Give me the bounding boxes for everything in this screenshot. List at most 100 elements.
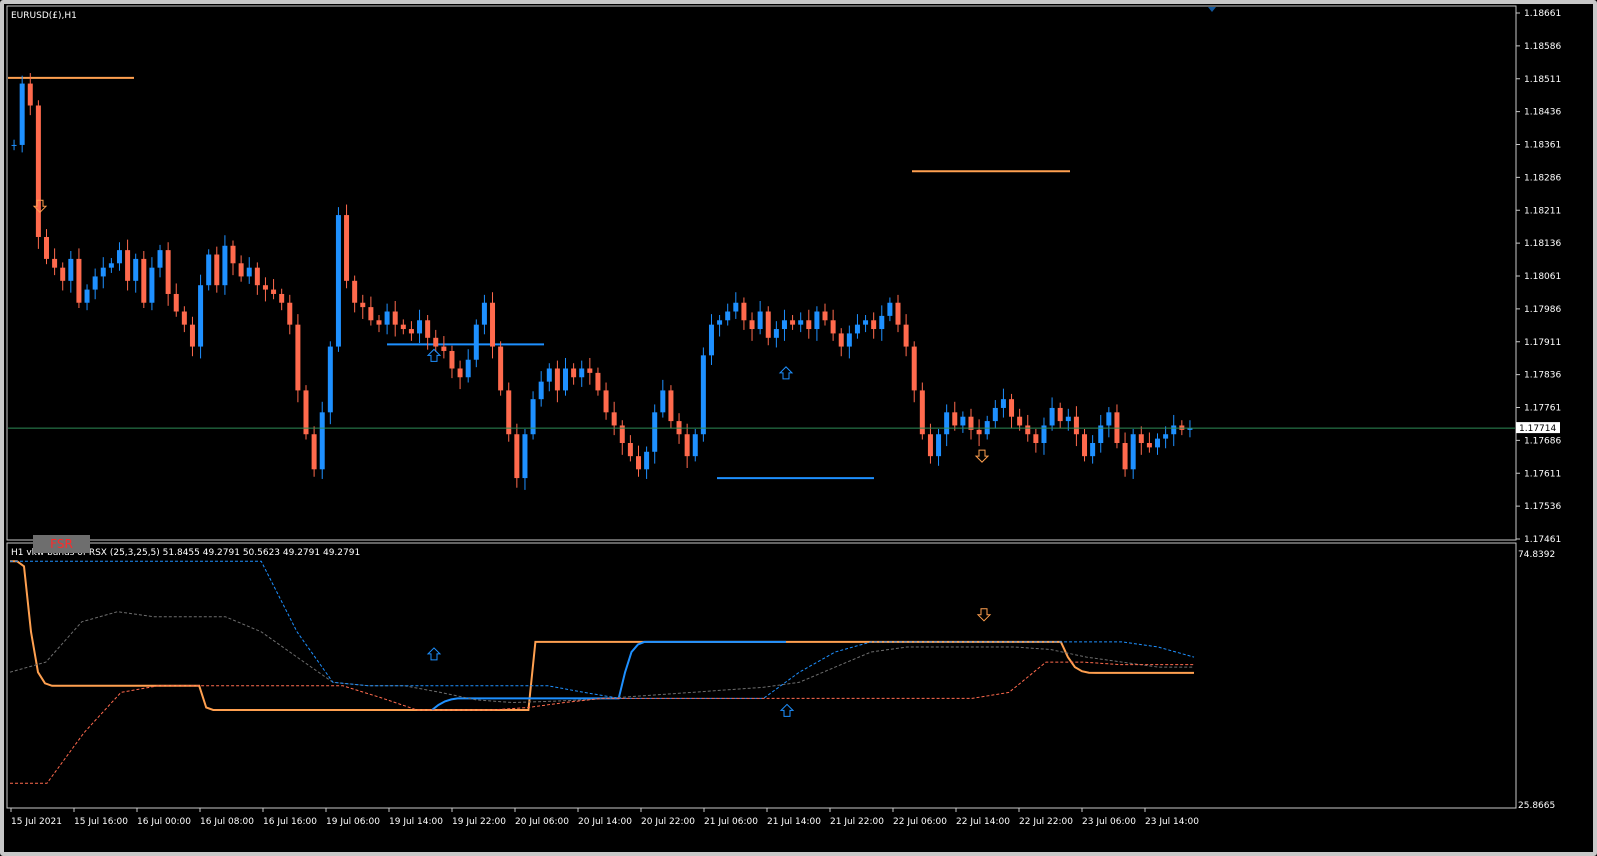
price-axis: 1.18661 1.18586 1.18511 1.18436 1.18361 1.182… — [1516, 9, 1561, 545]
price-axis-label: 1.18136 — [1524, 239, 1561, 249]
time-axis-label: 22 Jul 14:00 — [956, 817, 1010, 827]
candle-body — [1073, 416, 1079, 435]
price-axis-label: 1.18061 — [1524, 272, 1561, 282]
candle-body — [400, 324, 406, 330]
candle-body — [976, 429, 982, 435]
candle-body — [43, 236, 49, 259]
candle-body — [587, 368, 593, 373]
chart-title: EURUSD(£),H1 — [11, 11, 77, 21]
candle-body — [781, 320, 787, 330]
candle-body — [1009, 399, 1015, 417]
candle-body — [214, 254, 220, 286]
candle-body — [838, 333, 844, 347]
time-axis-label: 21 Jul 14:00 — [767, 817, 821, 827]
time-axis-label: 21 Jul 22:00 — [830, 817, 884, 827]
candle-body — [700, 355, 706, 435]
candle-body — [1065, 416, 1071, 422]
candle-body — [279, 293, 285, 303]
price-axis-label: 1.17986 — [1524, 305, 1561, 315]
price-axis-label: 1.18586 — [1524, 42, 1561, 52]
candle-body — [68, 258, 74, 281]
candle-body — [1171, 425, 1177, 435]
current-price-label: 1.17714 — [1519, 424, 1556, 434]
time-axis: 15 Jul 2021 15 Jul 16:00 16 Jul 00:00 16 Ju… — [10, 808, 1199, 827]
candle-body — [60, 267, 66, 281]
candle-body — [846, 333, 852, 347]
candle-body — [271, 289, 277, 294]
price-axis-label: 1.18286 — [1524, 173, 1561, 183]
price-axis-label: 1.18361 — [1524, 141, 1561, 151]
indicator-pane[interactable] — [6, 542, 1517, 809]
candle-body — [911, 346, 917, 391]
candle-body — [692, 434, 698, 457]
time-axis-label: 23 Jul 14:00 — [1145, 817, 1199, 827]
candle-body — [635, 456, 641, 470]
indicator-scale-top: 74.8392 — [1518, 550, 1555, 560]
fsr-button[interactable]: FSR — [33, 535, 90, 553]
time-axis-label: 16 Jul 16:00 — [263, 817, 317, 827]
price-axis-label: 1.17611 — [1524, 469, 1561, 479]
candle-body — [790, 320, 796, 325]
price-axis-label: 1.18511 — [1524, 75, 1561, 85]
price-axis-label: 1.17836 — [1524, 371, 1561, 381]
candle-body — [84, 289, 90, 303]
time-axis-label: 19 Jul 06:00 — [326, 817, 380, 827]
candle-body — [1017, 416, 1023, 426]
candle-body — [449, 350, 455, 369]
chart-window: EURUSD(£),H1 H1 vkw bands of RSX (25,3,2… — [0, 0, 1597, 856]
candle-body — [1122, 443, 1128, 470]
time-axis-label: 22 Jul 06:00 — [893, 817, 947, 827]
candle-body — [1049, 407, 1055, 426]
candle-body — [490, 302, 496, 347]
candle-body — [319, 412, 325, 470]
candle-body — [376, 320, 382, 325]
candle-body — [822, 311, 828, 321]
candle-body — [879, 315, 885, 330]
candle-body — [814, 311, 820, 330]
candle-body — [360, 302, 366, 308]
time-axis-label: 21 Jul 06:00 — [704, 817, 758, 827]
candle-body — [92, 276, 98, 290]
candle-body — [514, 434, 520, 479]
candle-body — [246, 267, 252, 277]
candle-body — [254, 267, 260, 286]
candle-body — [765, 311, 771, 338]
candle-body — [1163, 434, 1169, 439]
candle-body — [522, 434, 528, 479]
candle-body — [198, 285, 204, 347]
candle-body — [116, 250, 122, 264]
price-axis-label: 1.18436 — [1524, 108, 1561, 118]
candle-body — [27, 83, 33, 106]
price-axis-label: 1.18661 — [1524, 9, 1561, 19]
candle-body — [417, 320, 423, 334]
candle-body — [1033, 434, 1039, 444]
time-axis-label: 20 Jul 22:00 — [641, 817, 695, 827]
candle-body — [644, 451, 650, 470]
candle-body — [806, 320, 812, 330]
candle-body — [895, 302, 901, 325]
candle-body — [11, 144, 17, 146]
time-axis-label: 15 Jul 2021 — [11, 817, 62, 827]
candle-body — [571, 368, 577, 378]
candle-body — [1082, 434, 1088, 457]
candle-body — [465, 359, 471, 378]
candle-body — [457, 368, 463, 378]
price-axis-label: 1.17911 — [1524, 338, 1561, 348]
candle-body — [579, 368, 585, 378]
candle-body — [538, 381, 544, 400]
candle-body — [125, 250, 131, 281]
candle-body — [863, 320, 869, 325]
candle-body — [133, 258, 139, 281]
candle-body — [627, 443, 633, 457]
candle-body — [952, 412, 958, 426]
candle-body — [733, 302, 739, 312]
candle-body — [554, 368, 560, 391]
candle-body — [19, 83, 25, 145]
chart-canvas[interactable]: EURUSD(£),H1 H1 vkw bands of RSX (25,3,2… — [4, 4, 1593, 852]
candle-body — [1138, 434, 1144, 444]
candle-body — [611, 412, 617, 426]
candle-body — [206, 254, 212, 286]
candle-body — [773, 329, 779, 338]
price-axis-label: 1.17761 — [1524, 404, 1561, 414]
candle-body — [165, 250, 171, 294]
